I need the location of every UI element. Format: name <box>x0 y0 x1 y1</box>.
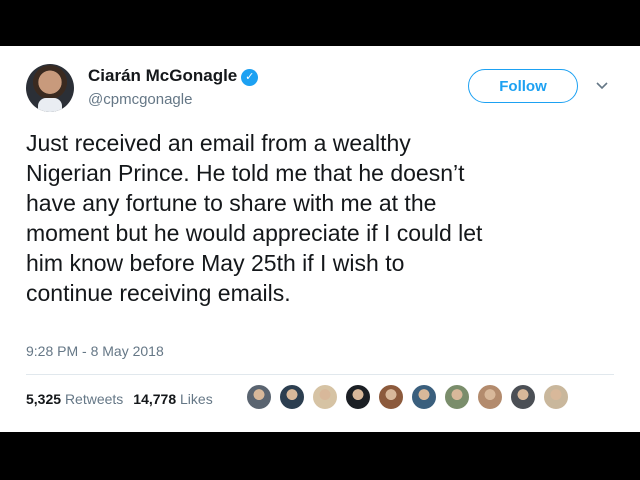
likes-stat[interactable]: 14,778 Likes <box>133 391 212 407</box>
chevron-down-icon[interactable] <box>594 78 610 94</box>
tweet-text-line: continue receiving emails. <box>26 280 291 306</box>
tweet-text: Just received an email from a wealthy Ni… <box>26 128 626 308</box>
tweet-text-line: have any fortune to share with me at the <box>26 190 437 216</box>
divider <box>26 374 614 375</box>
liker-avatar[interactable] <box>345 384 371 410</box>
tweet-text-line: Nigerian Prince. He told me that he does… <box>26 160 465 186</box>
likes-label: Likes <box>180 391 213 407</box>
liker-avatar[interactable] <box>543 384 569 410</box>
liker-avatar[interactable] <box>444 384 470 410</box>
author-avatar[interactable] <box>26 64 74 112</box>
tweet-stats: 5,325 Retweets 14,778 Likes <box>26 391 213 407</box>
retweets-label: Retweets <box>64 391 124 407</box>
liker-avatar[interactable] <box>279 384 305 410</box>
tweet-text-line: him know before May 25th if I wish to <box>26 250 405 276</box>
liker-avatars <box>246 384 576 414</box>
author-name-row[interactable]: Ciarán McGonagle ✓ <box>88 66 259 86</box>
tweet-card: Ciarán McGonagle ✓ @cpmcgonagle Follow Ju… <box>0 46 640 432</box>
liker-avatar[interactable] <box>510 384 536 410</box>
tweet-timestamp[interactable]: 9:28 PM - 8 May 2018 <box>26 343 164 359</box>
retweets-stat[interactable]: 5,325 Retweets <box>26 391 123 407</box>
liker-avatar[interactable] <box>477 384 503 410</box>
tweet-text-line: moment but he would appreciate if I coul… <box>26 220 483 246</box>
author-name[interactable]: Ciarán McGonagle <box>88 66 237 85</box>
liker-avatar[interactable] <box>411 384 437 410</box>
tweet-text-line: Just received an email from a wealthy <box>26 130 411 156</box>
liker-avatar[interactable] <box>312 384 338 410</box>
verified-badge-icon: ✓ <box>241 69 259 86</box>
follow-button[interactable]: Follow <box>468 69 578 103</box>
liker-avatar[interactable] <box>246 384 272 410</box>
retweets-count: 5,325 <box>26 391 62 407</box>
likes-count: 14,778 <box>133 391 177 407</box>
author-handle[interactable]: @cpmcgonagle <box>88 91 192 108</box>
liker-avatar[interactable] <box>378 384 404 410</box>
